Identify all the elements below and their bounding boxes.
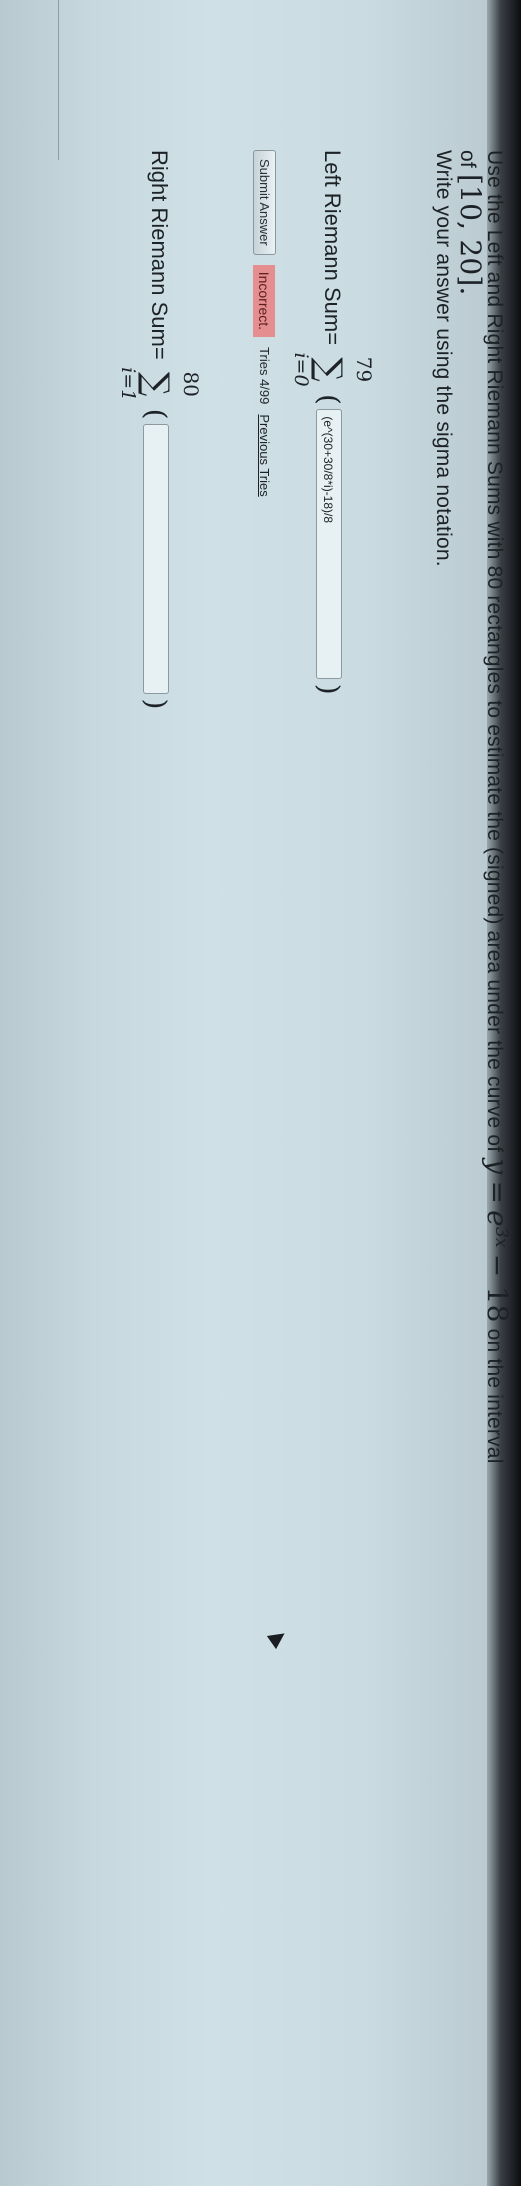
left-sigma-lower: i=0 xyxy=(290,352,312,387)
equation-exponent: 3x xyxy=(491,1226,511,1248)
right-sum-input[interactable] xyxy=(143,424,169,695)
left-sigma-upper: 79 xyxy=(352,356,376,383)
previous-tries-link[interactable]: Previous Tries xyxy=(257,414,272,496)
problem-page: Use the Left and Right Riemann Sums with… xyxy=(0,0,521,2186)
equation-y: y xyxy=(481,1158,514,1175)
problem-text: of xyxy=(456,150,479,168)
right-sum-row: Right Riemann Sum= 80 ∑ i=1 ( ) xyxy=(117,150,203,710)
incorrect-badge: Incorrect. xyxy=(253,264,276,338)
equation-base: e xyxy=(481,1210,514,1227)
right-sigma-lower: i=1 xyxy=(117,367,139,402)
right-sigma-upper: 80 xyxy=(179,371,203,397)
sigma-icon: ∑ xyxy=(136,372,176,397)
tries-count: Tries 4/99 xyxy=(257,347,272,405)
problem-line-3: Write your answer using the sigma notati… xyxy=(432,150,455,567)
equation-equals: = xyxy=(481,1180,514,1205)
mouse-cursor-icon xyxy=(266,1626,290,1650)
problem-line-1: Use the Left and Right Riemann Sums with… xyxy=(481,150,514,2180)
feedback-row: Submit Answer Incorrect. Tries 4/99 Prev… xyxy=(253,150,276,497)
left-close-paren: ) xyxy=(312,683,346,695)
left-sum-label: Left Riemann Sum= xyxy=(319,150,345,346)
problem-text: Use the Left and Right Riemann Sums with… xyxy=(483,150,506,1153)
problem-text-end: on the interval xyxy=(483,1328,506,1464)
left-sum-input[interactable]: (e^(30+30/8*i)-18)/8 xyxy=(316,409,342,680)
left-sum-row: Left Riemann Sum= 79 ∑ i=0 ( (e^(30+30/8… xyxy=(290,150,376,695)
problem-line-2: of [10, 20]. xyxy=(454,150,487,2180)
sigma-icon: ∑ xyxy=(309,357,349,382)
left-open-paren: ( xyxy=(312,393,346,405)
right-sum-label: Right Riemann Sum= xyxy=(146,150,172,360)
equation-constant: − 18 xyxy=(481,1253,514,1323)
submit-answer-button[interactable]: Submit Answer xyxy=(253,150,276,255)
problem-statement: Use the Left and Right Riemann Sums with… xyxy=(431,150,514,2180)
right-sigma: 80 ∑ i=1 xyxy=(117,364,203,404)
left-sigma: 79 ∑ i=0 xyxy=(290,350,376,390)
period: . xyxy=(454,286,487,296)
right-open-paren: ( xyxy=(139,408,173,420)
interval: [10, 20] xyxy=(454,173,487,287)
right-close-paren: ) xyxy=(139,698,173,710)
